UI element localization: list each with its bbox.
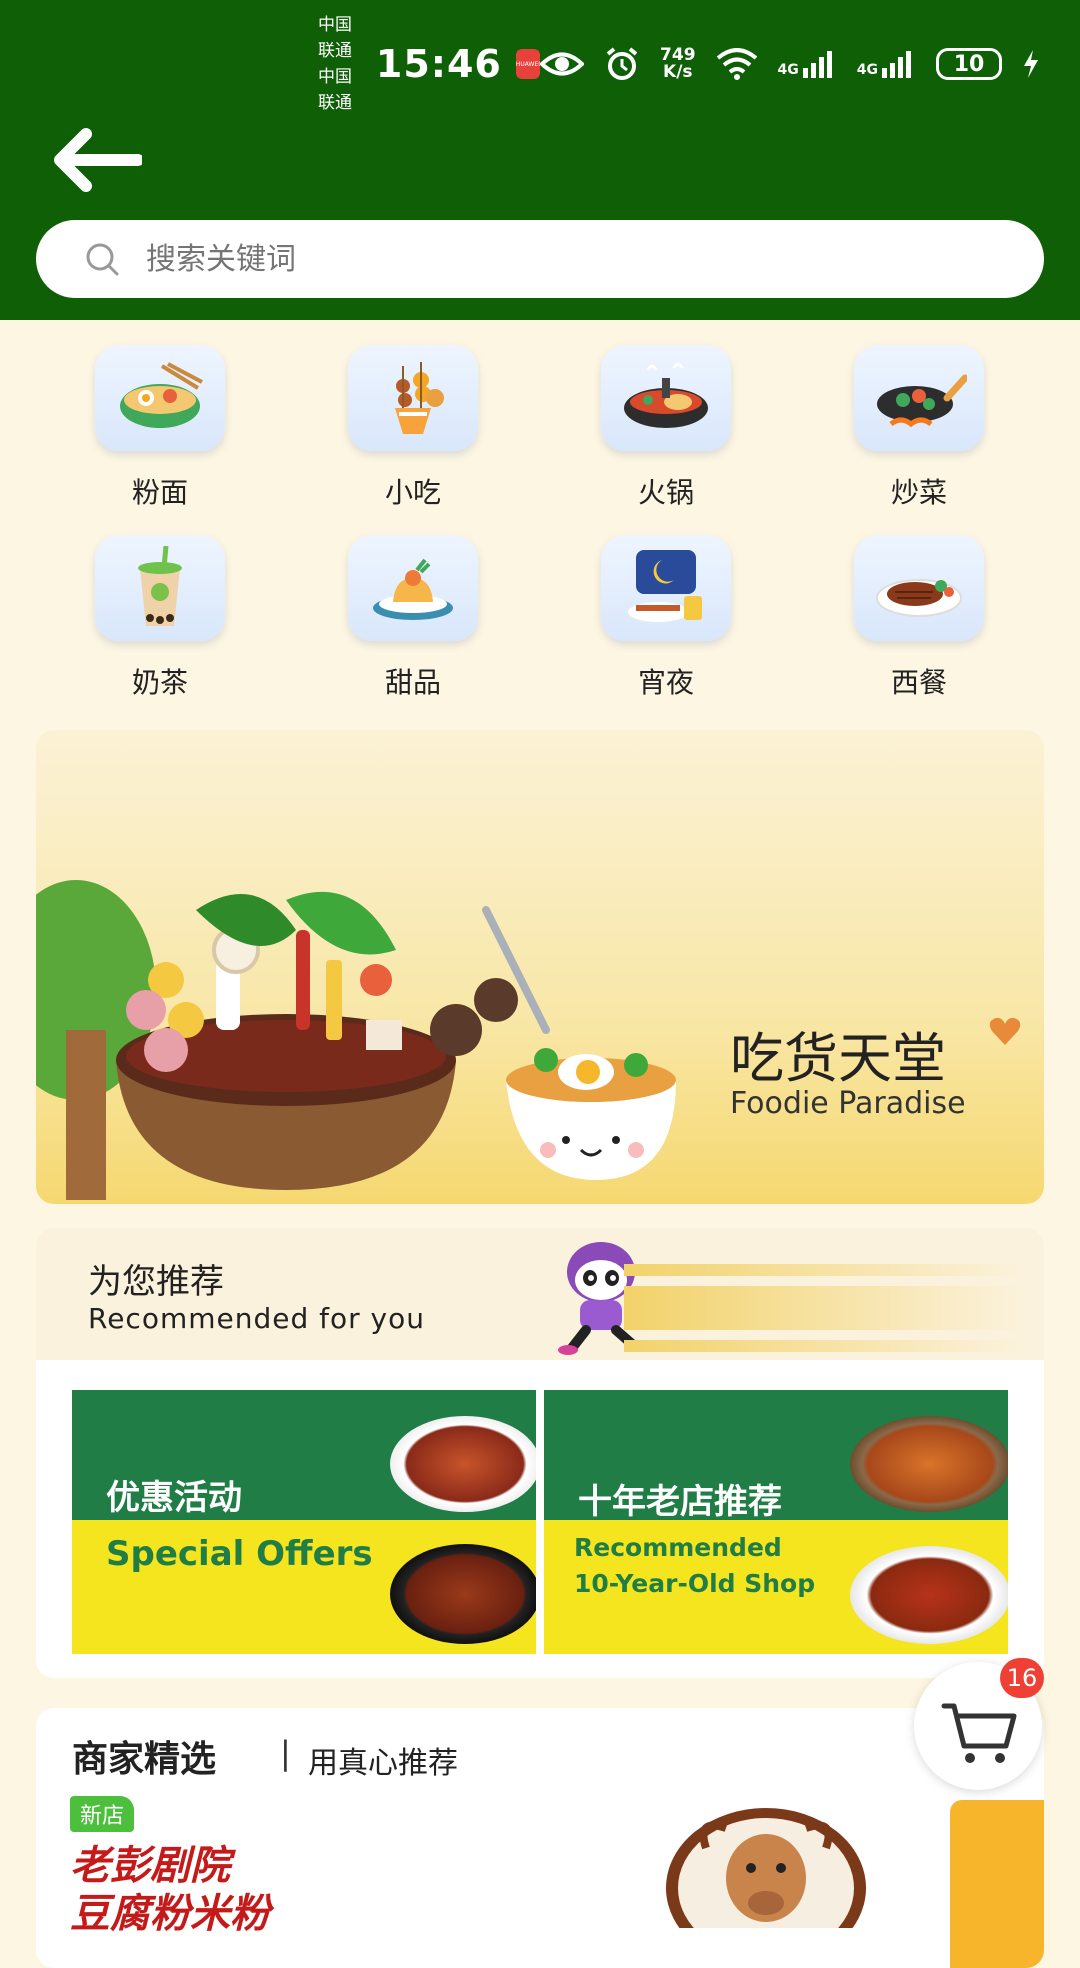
bull-logo-icon[interactable] [656, 1808, 876, 1928]
arrow-left-icon[interactable] [50, 128, 142, 192]
card-subtitle: Recommended 10-Year-Old Shop [574, 1530, 815, 1602]
recommend-title: 为您推荐 [88, 1262, 224, 1302]
carrier-info: 中国联通 中国联通 [318, 12, 366, 116]
signal-2-label: 4G [856, 62, 878, 78]
foodie-paradise-banner[interactable]: 吃货天堂 Foodie Paradise [36, 730, 1044, 1204]
eye-icon [540, 52, 585, 76]
category-hotpot[interactable]: 火锅 [566, 345, 766, 511]
search-input[interactable] [144, 240, 848, 278]
signal-2: 4G [857, 50, 916, 78]
signal-bars-icon [802, 51, 832, 78]
alarm-icon [606, 47, 638, 80]
category-late-night[interactable]: 宵夜 [566, 535, 766, 701]
search-bar[interactable] [36, 220, 1044, 298]
cart-count-badge: 16 [1000, 1658, 1044, 1698]
carrier-2: 中国联通 [318, 67, 352, 113]
category-snacks[interactable]: 小吃 [313, 345, 513, 511]
shop-logo-text[interactable]: 老彭剧院 豆腐粉米粉 [70, 1842, 270, 1938]
shrimp-dish-image [390, 1416, 536, 1512]
merchant-subtitle: 用真心推荐 [308, 1746, 458, 1781]
signal-bars-icon [882, 51, 911, 78]
card-subtitle-line-1: Recommended [574, 1533, 782, 1562]
wok-icon [854, 345, 984, 451]
status-icons: 749 K/s 4G 4G 10 [540, 46, 1040, 82]
special-offers-card[interactable]: 优惠活动 Special Offers [72, 1390, 536, 1654]
merchant-selection: 商家精选 | 用真心推荐 新店 老彭剧院 豆腐粉米粉 [36, 1708, 1044, 1968]
skewer-snack-icon [348, 345, 478, 451]
app-header: 中国联通 中国联通 15:46 HUAWEI 749 K/s 4G 4G 10 [0, 0, 1080, 320]
new-shop-badge: 新店 [70, 1796, 135, 1832]
milk-tea-icon [95, 535, 225, 641]
shop-name-line-2: 豆腐粉米粉 [70, 1890, 270, 1937]
banner-title: 吃货天堂 [730, 1027, 946, 1090]
heart-icon [989, 1017, 1021, 1045]
card-title: 十年老店推荐 [578, 1482, 782, 1522]
category-western[interactable]: 西餐 [819, 535, 1019, 701]
hotpot-icon [601, 345, 731, 451]
category-label: 奶茶 [131, 666, 188, 699]
noodle-bowl-icon [95, 345, 225, 451]
signal-1-label: 4G [777, 62, 799, 78]
category-dessert[interactable]: 甜品 [313, 535, 513, 701]
dessert-icon [348, 535, 478, 641]
banner-illustration [36, 880, 676, 1200]
signal-1: 4G [778, 50, 837, 78]
category-label: 炒菜 [890, 476, 947, 509]
banner-subtitle: Foodie Paradise [730, 1086, 966, 1121]
clock: 15:46 [375, 42, 502, 86]
fried-chicken-image [850, 1416, 1008, 1512]
card-subtitle: Special Offers [106, 1534, 373, 1574]
carrier-1: 中国联通 [318, 15, 352, 61]
steak-icon [854, 535, 984, 641]
next-shop-card[interactable] [950, 1800, 1044, 1968]
huawei-badge-text: HUAWEI [515, 60, 541, 68]
category-label: 火锅 [637, 476, 694, 509]
category-label: 小吃 [384, 476, 441, 509]
wifi-icon [716, 48, 757, 80]
speed-stripes-decoration [624, 1264, 1024, 1352]
shop-name-line-1: 老彭剧院 [70, 1842, 230, 1889]
net-speed: 749 K/s [660, 47, 696, 81]
category-noodles[interactable]: 粉面 [60, 345, 260, 511]
charging-icon [1024, 50, 1038, 78]
status-bar: 中国联通 中国联通 15:46 HUAWEI 749 K/s 4G 4G 10 [318, 15, 1040, 113]
category-label: 西餐 [890, 666, 947, 699]
category-stir-fry[interactable]: 炒菜 [819, 345, 1019, 511]
beef-noodle-soup-image [850, 1546, 1008, 1644]
card-subtitle-line-2: 10-Year-Old Shop [574, 1569, 816, 1598]
old-shop-card[interactable]: 十年老店推荐 Recommended 10-Year-Old Shop [544, 1390, 1008, 1654]
search-icon [86, 243, 119, 276]
merchant-separator: | [280, 1734, 291, 1772]
category-label: 粉面 [131, 476, 188, 509]
category-milk-tea[interactable]: 奶茶 [60, 535, 260, 701]
merchant-title: 商家精选 [72, 1739, 217, 1780]
net-speed-unit: K/s [663, 62, 693, 82]
recommend-header: 为您推荐 Recommended for you [36, 1228, 1044, 1360]
category-label: 宵夜 [637, 666, 694, 699]
category-label: 甜品 [384, 666, 441, 699]
chicken-wings-image [390, 1544, 536, 1644]
recommend-subtitle: Recommended for you [88, 1302, 425, 1335]
promo-section: 优惠活动 Special Offers 十年老店推荐 Recommended 1… [36, 1360, 1044, 1678]
battery-indicator: 10 [936, 48, 1002, 80]
night-snack-icon [601, 535, 731, 641]
huawei-app-icon: HUAWEI [515, 49, 541, 79]
card-title: 优惠活动 [106, 1478, 242, 1518]
